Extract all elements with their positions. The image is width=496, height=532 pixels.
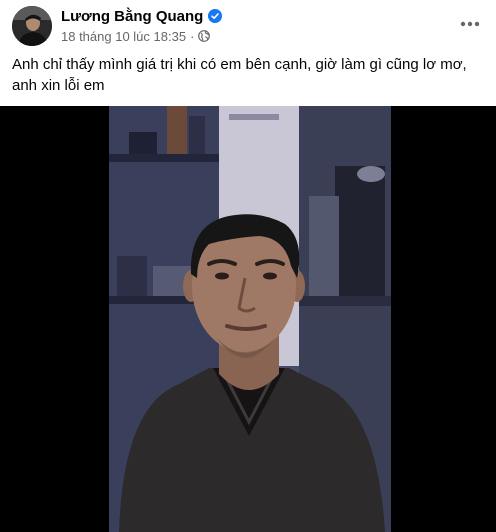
avatar-image [12, 6, 52, 46]
globe-icon[interactable] [198, 30, 211, 42]
author-avatar[interactable] [12, 6, 52, 46]
more-options-button[interactable] [456, 10, 484, 38]
post-timestamp[interactable]: 18 tháng 10 lúc 18:35 [61, 29, 186, 44]
post-header: Lương Bằng Quang 18 tháng 10 lúc 18:35 · [0, 0, 496, 48]
post-video[interactable] [0, 106, 496, 532]
verified-badge-icon [208, 9, 223, 23]
author-line: Lương Bằng Quang [61, 6, 223, 26]
video-still-image [109, 106, 391, 532]
more-options-icon [460, 21, 480, 27]
post-text: Anh chỉ thấy mình giá trị khi có em bên … [12, 56, 467, 94]
video-frame[interactable] [109, 106, 391, 532]
author-name[interactable]: Lương Bằng Quang [61, 8, 203, 25]
meta-separator: · [190, 28, 195, 44]
post-meta: 18 tháng 10 lúc 18:35 · [61, 28, 211, 44]
